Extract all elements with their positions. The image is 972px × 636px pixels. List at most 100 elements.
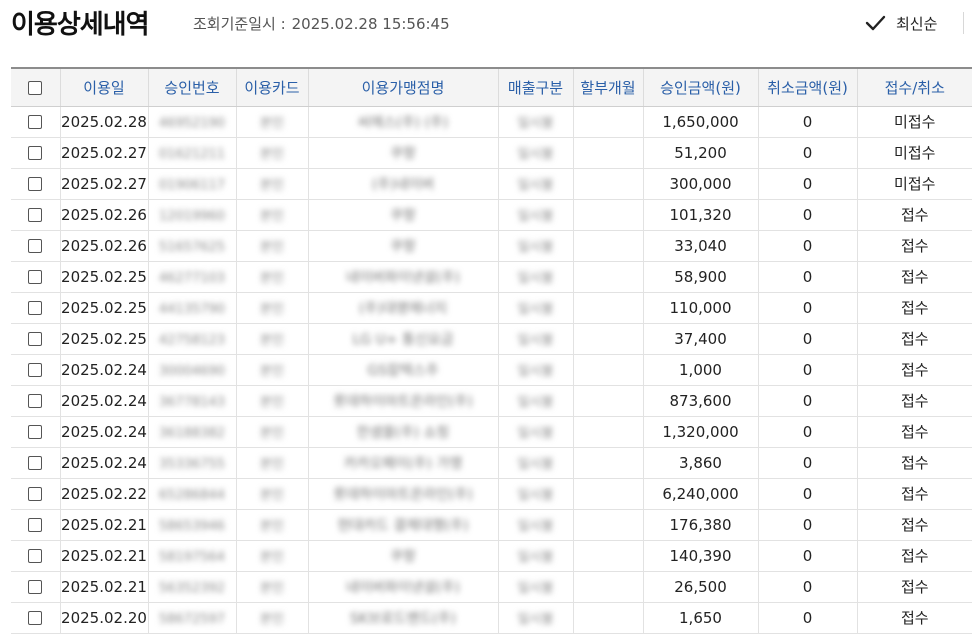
cell-merchant-text: LG U+ 통신요금 bbox=[352, 331, 454, 348]
col-header-sales-type[interactable]: 매출구분 bbox=[497, 67, 573, 107]
cell-approval-no-text: 58653946 bbox=[158, 518, 226, 534]
cell-cancel-amount: 0 bbox=[757, 602, 857, 634]
col-header-installment[interactable]: 할부개월 bbox=[572, 67, 643, 107]
cell-installment bbox=[572, 416, 643, 448]
row-checkbox[interactable] bbox=[28, 208, 43, 222]
table-row[interactable]: 2025.02.28 46952190 본인 씨에스(주) (주) 일시불 1,650,0… bbox=[11, 106, 972, 138]
table-row[interactable]: 2025.02.26 12019960 본인 쿠팡 일시불 101,320 0 접수 bbox=[11, 199, 972, 231]
table-row[interactable]: 2025.02.21 58197564 본인 쿠팡 일시불 140,390 0 접수 bbox=[11, 540, 972, 572]
cell-date: 2025.02.25 bbox=[59, 261, 148, 293]
cell-card-text: 본인 bbox=[260, 581, 284, 596]
table-row[interactable]: 2025.02.25 42758123 본인 LG U+ 통신요금 일시불 37,400 0… bbox=[11, 323, 972, 355]
cell-date: 2025.02.25 bbox=[59, 292, 148, 324]
cell-cancel-amount: 0 bbox=[757, 199, 857, 231]
cell-installment bbox=[572, 478, 643, 510]
cell-approval-no-text: 56352392 bbox=[158, 580, 226, 596]
row-checkbox[interactable] bbox=[28, 518, 43, 532]
table-row[interactable]: 2025.02.21 56352392 본인 네이버파이낸셜(주) 일시불 26,500 0… bbox=[11, 571, 972, 603]
cell-approval-no-text: 36188382 bbox=[158, 425, 226, 441]
row-checkbox-cell bbox=[11, 230, 60, 262]
cell-sales-type-text: 일시불 bbox=[517, 581, 554, 596]
cell-installment bbox=[572, 540, 643, 572]
row-checkbox[interactable] bbox=[28, 177, 43, 191]
cell-sales-type-text: 일시불 bbox=[517, 178, 554, 193]
col-header-status[interactable]: 접수/취소 bbox=[856, 67, 972, 107]
row-checkbox[interactable] bbox=[28, 611, 43, 625]
table-row[interactable]: 2025.02.27 01621211 본인 쿠팡 일시불 51,200 0 미접수 bbox=[11, 137, 972, 169]
header-divider bbox=[963, 12, 964, 34]
cell-card-text: 본인 bbox=[260, 209, 284, 224]
col-header-card[interactable]: 이용카드 bbox=[235, 67, 308, 107]
table-row[interactable]: 2025.02.25 44135790 본인 (주)대명에너지 일시불 110,000 0 접… bbox=[11, 292, 972, 324]
row-checkbox[interactable] bbox=[28, 394, 43, 408]
row-checkbox[interactable] bbox=[28, 487, 43, 501]
cell-merchant-text: 쿠팡 bbox=[390, 548, 416, 565]
cell-amount: 26,500 bbox=[642, 571, 758, 603]
col-header-merchant[interactable]: 이용가맹점명 bbox=[307, 67, 498, 107]
cell-installment bbox=[572, 571, 643, 603]
table-row[interactable]: 2025.02.21 58653946 본인 현대카드 결제대행(주) 일시불 176,3… bbox=[11, 509, 972, 541]
cell-approval-no: 36778143 bbox=[147, 385, 236, 417]
cell-card-text: 본인 bbox=[260, 519, 284, 534]
row-checkbox[interactable] bbox=[28, 363, 43, 377]
cell-merchant: GS칼텍스주 bbox=[307, 354, 498, 386]
sort-latest-button[interactable]: 최신순 bbox=[864, 9, 937, 37]
cell-cancel-amount: 0 bbox=[757, 416, 857, 448]
row-checkbox[interactable] bbox=[28, 425, 43, 439]
cell-sales-type-text: 일시불 bbox=[517, 426, 554, 441]
cell-status: 접수 bbox=[856, 261, 972, 293]
cell-merchant-text: 카카오페이(주) 가맹 bbox=[343, 455, 463, 472]
row-checkbox[interactable] bbox=[28, 332, 43, 346]
table-row[interactable]: 2025.02.24 35336755 본인 카카오페이(주) 가맹 일시불 3,860 0… bbox=[11, 447, 972, 479]
table-row[interactable]: 2025.02.24 30004690 본인 GS칼텍스주 일시불 1,000 0 접수 bbox=[11, 354, 972, 386]
col-header-date[interactable]: 이용일 bbox=[59, 67, 148, 107]
row-checkbox[interactable] bbox=[28, 301, 43, 315]
cell-card-text: 본인 bbox=[260, 395, 284, 410]
row-checkbox-cell bbox=[11, 137, 60, 169]
table-row[interactable]: 2025.02.20 58672597 본인 SK브로드밴드(주) 일시불 1,650 0 접… bbox=[11, 602, 972, 634]
cell-installment bbox=[572, 447, 643, 479]
row-checkbox-cell bbox=[11, 602, 60, 634]
cell-installment bbox=[572, 106, 643, 138]
check-icon bbox=[865, 15, 886, 31]
cell-cancel-amount: 0 bbox=[757, 137, 857, 169]
row-checkbox[interactable] bbox=[28, 239, 43, 253]
row-checkbox[interactable] bbox=[28, 580, 43, 594]
cell-merchant: 네이버파이낸셜(주) bbox=[307, 571, 498, 603]
row-checkbox[interactable] bbox=[28, 270, 43, 284]
col-header-approval-no[interactable]: 승인번호 bbox=[147, 67, 236, 107]
table-row[interactable]: 2025.02.22 65286844 본인 롯데하이마트온라인(주) 일시불 6,240… bbox=[11, 478, 972, 510]
cell-merchant-text: 쿠팡 bbox=[390, 238, 416, 255]
table-row[interactable]: 2025.02.24 36778143 본인 롯데하이마트온라인(주) 일시불 873,6… bbox=[11, 385, 972, 417]
row-checkbox-cell bbox=[11, 509, 60, 541]
cell-amount: 140,390 bbox=[642, 540, 758, 572]
cell-sales-type-text: 일시불 bbox=[517, 116, 554, 131]
cell-status: 접수 bbox=[856, 292, 972, 324]
cell-sales-type: 일시불 bbox=[497, 447, 573, 479]
row-checkbox[interactable] bbox=[28, 549, 43, 563]
cell-merchant: 카카오페이(주) 가맹 bbox=[307, 447, 498, 479]
select-all-checkbox[interactable] bbox=[28, 80, 43, 95]
row-checkbox[interactable] bbox=[28, 146, 43, 160]
cell-card: 본인 bbox=[235, 571, 308, 603]
row-checkbox-cell bbox=[11, 292, 60, 324]
col-header-amount[interactable]: 승인금액(원) bbox=[642, 67, 758, 107]
cell-sales-type: 일시불 bbox=[497, 416, 573, 448]
row-checkbox[interactable] bbox=[28, 115, 43, 129]
cell-card: 본인 bbox=[235, 137, 308, 169]
table-row[interactable]: 2025.02.24 36188382 본인 한샘몰(주) 쇼핑 일시불 1,320,00… bbox=[11, 416, 972, 448]
row-checkbox-cell bbox=[11, 168, 60, 200]
cell-card-text: 본인 bbox=[260, 333, 284, 348]
table-row[interactable]: 2025.02.27 01906117 본인 (주)네이버 일시불 300,000 0 미접수 bbox=[11, 168, 972, 200]
cell-status: 접수 bbox=[856, 199, 972, 231]
cell-cancel-amount: 0 bbox=[757, 323, 857, 355]
table-row[interactable]: 2025.02.26 51657625 본인 쿠팡 일시불 33,040 0 접수 bbox=[11, 230, 972, 262]
table-row[interactable]: 2025.02.25 46277103 본인 네이버파이낸셜(주) 일시불 58,900 0… bbox=[11, 261, 972, 293]
row-checkbox[interactable] bbox=[28, 456, 43, 470]
cell-amount: 58,900 bbox=[642, 261, 758, 293]
cell-date: 2025.02.21 bbox=[59, 509, 148, 541]
select-all-cell bbox=[11, 67, 60, 107]
cell-approval-no-text: 30004690 bbox=[158, 363, 226, 379]
cell-approval-no: 65286844 bbox=[147, 478, 236, 510]
col-header-cancel-amount[interactable]: 취소금액(원) bbox=[757, 67, 857, 107]
